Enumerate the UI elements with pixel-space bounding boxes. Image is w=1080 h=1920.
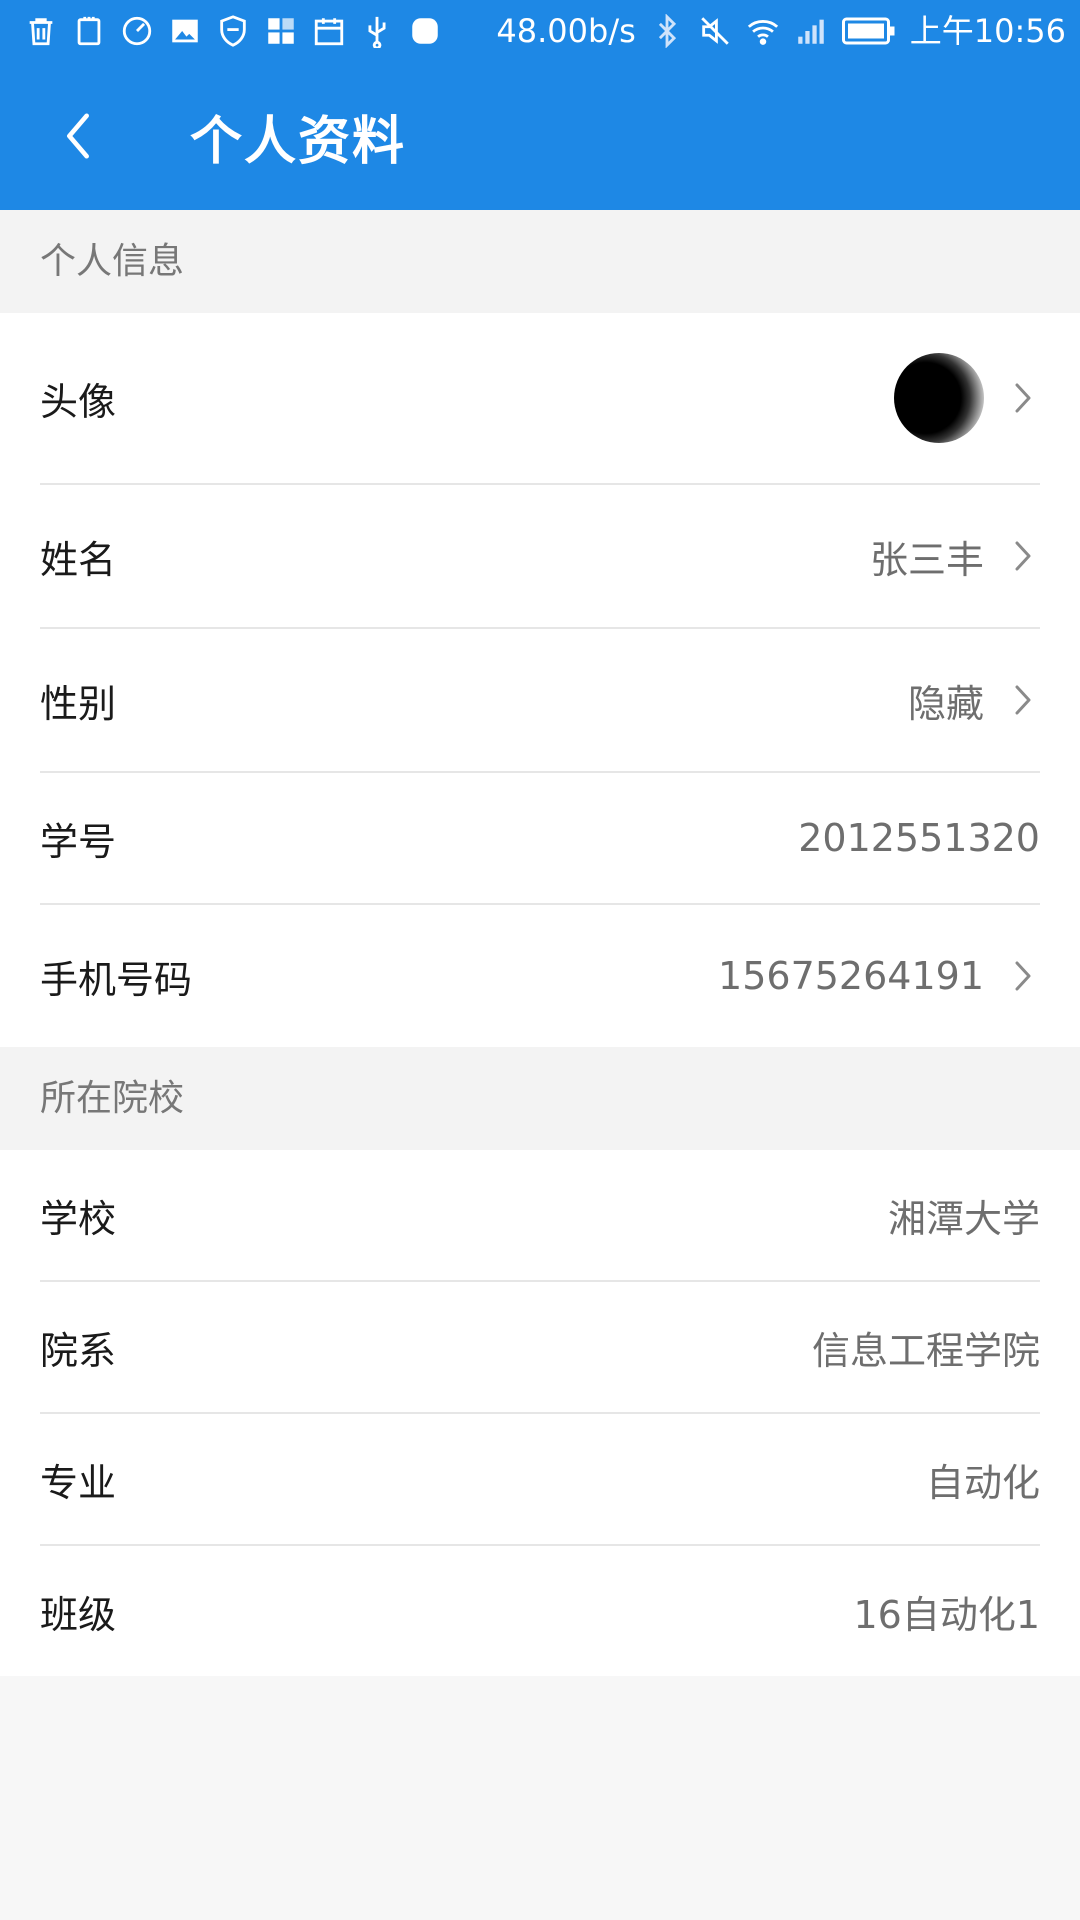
row-avatar[interactable]: 头像: [40, 313, 1040, 485]
chevron-right-icon: [1006, 678, 1040, 722]
battery-icon: [841, 14, 896, 48]
bluetooth-icon: [650, 14, 684, 48]
timer-icon: [120, 14, 154, 48]
school-section: 学校 湘潭大学 院系 信息工程学院 专业 自动化 班级 16自动化1: [0, 1150, 1080, 1676]
profile-content: 个人信息 头像 姓名 张三丰 性别 隐藏 学号 2012551320 手机号码 …: [0, 210, 1080, 1676]
avatar: [894, 353, 984, 443]
chevron-left-icon: [67, 113, 89, 159]
network-speed: 48.00b/s: [496, 12, 636, 50]
row-value: 隐藏: [907, 681, 984, 726]
row-student-id: 学号 2012551320: [40, 773, 1040, 905]
row-name[interactable]: 姓名 张三丰: [40, 485, 1040, 629]
calendar-icon: [312, 14, 346, 48]
clock: 上午10:56: [909, 12, 1066, 50]
blob-icon: [408, 14, 442, 48]
trash-icon: [24, 14, 58, 48]
usb-icon: [360, 14, 394, 48]
status-left-icons: [24, 14, 442, 48]
top-bar: 48.00b/s 上午10:56 个人资料: [0, 0, 1080, 210]
image-icon: [168, 14, 202, 48]
shield-icon: [216, 14, 250, 48]
row-value: 15675264191: [718, 954, 984, 998]
chevron-right-icon: [1006, 376, 1040, 420]
status-bar: 48.00b/s 上午10:56: [0, 0, 1080, 62]
row-value: 自动化: [925, 1460, 1040, 1505]
row-label: 学校: [40, 1196, 117, 1241]
wifi-icon: [746, 14, 780, 48]
clipboard-icon: [72, 14, 106, 48]
chevron-right-icon: [1006, 534, 1040, 578]
mute-icon: [698, 14, 732, 48]
row-label: 院系: [40, 1328, 117, 1373]
row-department: 院系 信息工程学院: [40, 1282, 1040, 1414]
app-bar: 个人资料: [0, 62, 1080, 210]
row-label: 性别: [40, 681, 117, 726]
row-label: 班级: [40, 1592, 117, 1637]
row-label: 学号: [40, 819, 117, 864]
row-major: 专业 自动化: [40, 1414, 1040, 1546]
personal-info-section: 头像 姓名 张三丰 性别 隐藏 学号 2012551320 手机号码 15675…: [0, 313, 1080, 1047]
row-class: 班级 16自动化1: [40, 1546, 1040, 1676]
chevron-right-icon: [1006, 954, 1040, 998]
row-label: 姓名: [40, 537, 117, 582]
row-label: 专业: [40, 1460, 117, 1505]
section-header-personal-info: 个人信息: [0, 210, 1080, 313]
signal-icon: [794, 14, 828, 48]
row-value: 2012551320: [798, 816, 1040, 860]
page-title: 个人资料: [190, 111, 407, 172]
row-value: 湘潭大学: [887, 1196, 1040, 1241]
row-value: 信息工程学院: [811, 1328, 1040, 1373]
row-phone[interactable]: 手机号码 15675264191: [40, 905, 1040, 1047]
row-gender[interactable]: 性别 隐藏: [40, 629, 1040, 773]
row-school: 学校 湘潭大学: [40, 1150, 1040, 1282]
row-value: 张三丰: [869, 537, 984, 582]
row-label: 头像: [40, 379, 117, 424]
back-button[interactable]: [28, 86, 128, 186]
status-right-icons: 48.00b/s 上午10:56: [496, 0, 1066, 62]
row-value: 16自动化1: [853, 1592, 1040, 1637]
section-header-school: 所在院校: [0, 1047, 1080, 1150]
apps-icon: [264, 14, 298, 48]
row-label: 手机号码: [40, 957, 193, 1002]
